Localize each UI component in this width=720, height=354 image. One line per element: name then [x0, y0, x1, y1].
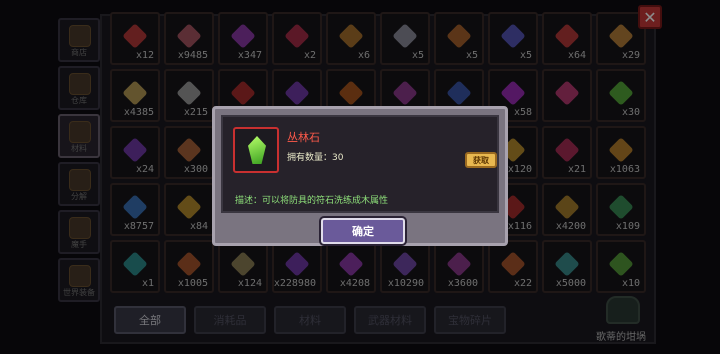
item-description: 描述：可以将防具的符石洗练成木属性: [235, 196, 389, 206]
item-owned-count: 拥有数量：30: [287, 153, 344, 163]
obtain-button[interactable]: 获取: [465, 152, 497, 168]
inventory-screen: 商店 仓库 材料 分解 魔手 世界装备 x12 x9485 x347 x2 x6 x5 x5 x5 x64…: [0, 0, 720, 354]
item-detail-body: 丛林石 拥有数量：30 获取 描述：可以将防具的符石洗练成木属性: [221, 115, 499, 213]
item-icon-frame: [233, 127, 279, 173]
confirm-button[interactable]: 确定: [321, 218, 405, 244]
jungle-stone-icon: [248, 136, 266, 164]
item-name: 丛林石: [287, 131, 320, 144]
item-detail-dialog: 丛林石 拥有数量：30 获取 描述：可以将防具的符石洗练成木属性 确定: [212, 106, 508, 246]
